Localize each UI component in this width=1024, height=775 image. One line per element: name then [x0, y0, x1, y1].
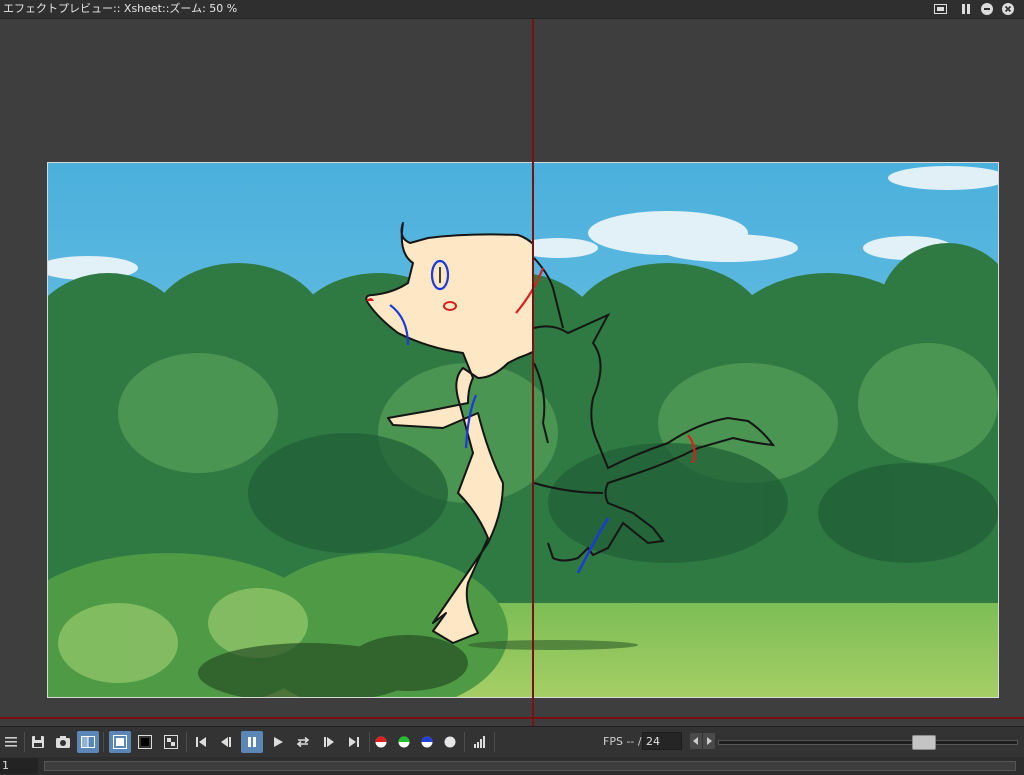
window-title: エフェクトプレビュー:: Xsheet::ズーム: 50 % — [3, 2, 238, 15]
camera-icon[interactable] — [52, 731, 74, 753]
pause-icon[interactable] — [241, 731, 263, 753]
fullscreen-icon[interactable] — [932, 2, 948, 16]
play-icon[interactable] — [267, 731, 289, 753]
last-frame-icon[interactable] — [343, 731, 365, 753]
compare-split-line[interactable] — [532, 19, 534, 727]
red-channel-icon[interactable] — [370, 731, 392, 753]
minimize-icon[interactable] — [979, 2, 995, 16]
horizontal-guide-line — [0, 717, 1024, 719]
preview-image — [47, 162, 999, 698]
green-channel-icon[interactable] — [393, 731, 415, 753]
frame-number-field[interactable]: 1 — [0, 758, 38, 774]
menu-icon[interactable] — [0, 731, 22, 753]
toolbar-separator — [494, 732, 495, 752]
alpha-channel-icon[interactable] — [439, 731, 461, 753]
toolbar-separator — [24, 732, 25, 752]
fps-slider-handle[interactable] — [912, 735, 936, 750]
title-bar: エフェクトプレビュー:: Xsheet::ズーム: 50 % — [0, 0, 1024, 19]
blue-channel-icon[interactable] — [416, 731, 438, 753]
first-frame-icon[interactable] — [190, 731, 212, 753]
checker-bg-icon[interactable] — [160, 731, 182, 753]
fps-decrease-icon[interactable] — [690, 733, 702, 749]
frame-slider[interactable] — [44, 761, 1016, 771]
loop-icon[interactable] — [292, 731, 314, 753]
next-frame-icon[interactable] — [318, 731, 340, 753]
close-icon[interactable] — [1000, 2, 1016, 16]
toolbar-separator — [464, 732, 465, 752]
fps-label: FPS -- / — [603, 735, 642, 748]
save-icon[interactable] — [27, 731, 49, 753]
fps-slider[interactable] — [718, 740, 1018, 745]
fps-increase-icon[interactable] — [703, 733, 715, 749]
toolbar-separator — [103, 732, 104, 752]
white-bg-icon[interactable] — [109, 731, 131, 753]
black-bg-icon[interactable] — [134, 731, 156, 753]
pause-icon[interactable] — [958, 2, 974, 16]
fps-input[interactable]: 24 — [642, 732, 682, 750]
frame-bar: 1 — [0, 757, 1024, 775]
prev-frame-icon[interactable] — [215, 731, 237, 753]
viewer-toolbar: FPS -- / 24 — [0, 726, 1024, 758]
histogram-icon[interactable] — [469, 731, 491, 753]
toolbar-separator — [186, 732, 187, 752]
compare-icon[interactable] — [77, 731, 99, 753]
